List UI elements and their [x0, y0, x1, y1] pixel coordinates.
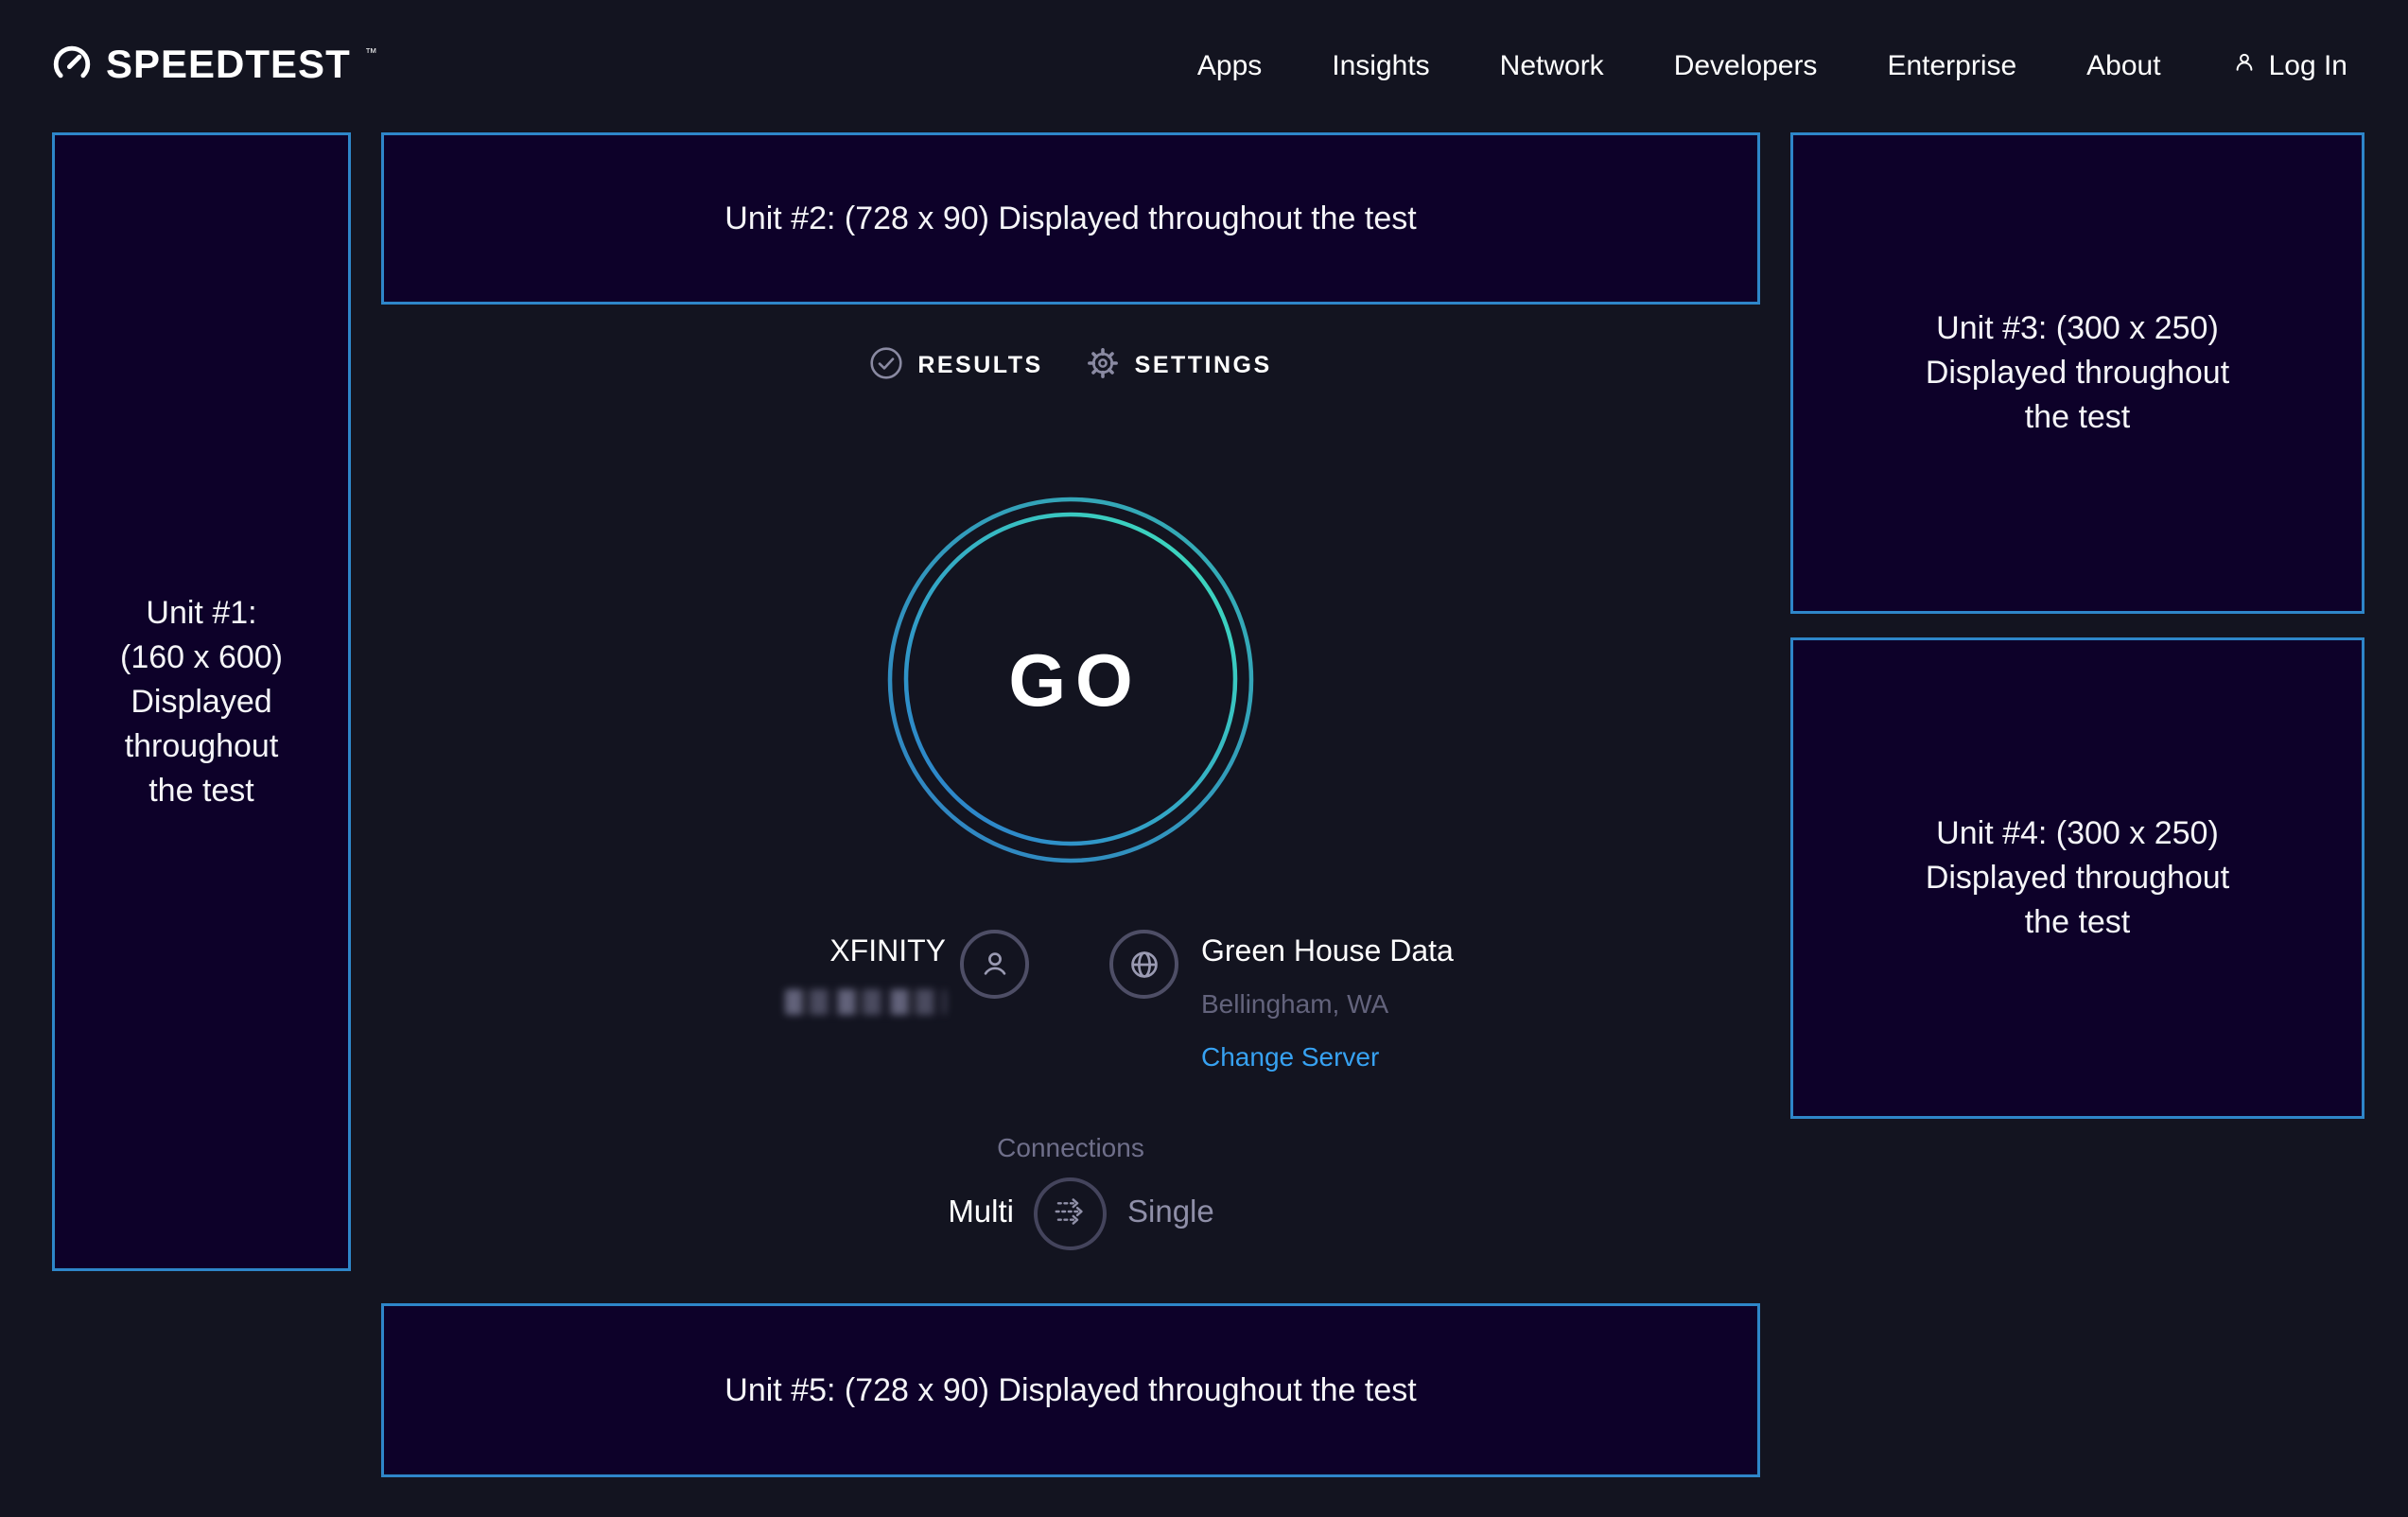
ad-unit-3-rectangle[interactable]: Unit #3: (300 x 250) Displayed throughou…: [1790, 132, 2364, 614]
brand-trademark: ™: [365, 46, 377, 59]
check-circle-icon: [869, 346, 903, 385]
ad-unit-1-skyscraper[interactable]: Unit #1: (160 x 600) Displayed throughou…: [52, 132, 351, 1271]
connections-label: Connections: [881, 1133, 1260, 1163]
main-nav: Apps Insights Network Developers Enterpr…: [1197, 49, 2347, 83]
speedtest-page: SPEEDTEST ™ Apps Insights Network Develo…: [0, 0, 2408, 1517]
tabs-row: RESULTS: [381, 339, 1760, 392]
go-label: GO: [881, 491, 1260, 869]
user-icon: [2231, 49, 2258, 83]
ad-unit-2-leaderboard[interactable]: Unit #2: (728 x 90) Displayed throughout…: [381, 132, 1760, 305]
go-button[interactable]: GO: [881, 491, 1260, 869]
change-server-link[interactable]: Change Server: [1201, 1041, 1454, 1073]
nav-item-insights[interactable]: Insights: [1332, 50, 1429, 82]
server-location: Bellingham, WA: [1201, 988, 1454, 1020]
isp-user-icon: [960, 930, 1029, 999]
nav-item-apps[interactable]: Apps: [1197, 50, 1262, 82]
ad-unit-4-rectangle[interactable]: Unit #4: (300 x 250) Displayed throughou…: [1790, 637, 2364, 1119]
connections-multi-option[interactable]: Multi: [825, 1194, 1014, 1229]
login-label: Log In: [2269, 50, 2347, 82]
top-nav-bar: SPEEDTEST ™ Apps Insights Network Develo…: [0, 0, 2408, 132]
server-info: Green House Data Bellingham, WA Change S…: [1201, 933, 1454, 1073]
connections-single-option[interactable]: Single: [1127, 1194, 1317, 1229]
nav-item-developers[interactable]: Developers: [1674, 50, 1818, 82]
tab-settings[interactable]: SETTINGS: [1085, 345, 1272, 386]
login-button[interactable]: Log In: [2231, 49, 2347, 83]
server-name: Green House Data: [1201, 933, 1454, 968]
ad-unit-5-leaderboard[interactable]: Unit #5: (728 x 90) Displayed throughout…: [381, 1303, 1760, 1477]
multi-connections-icon: [1048, 1189, 1093, 1239]
connections-toggle[interactable]: [1034, 1177, 1107, 1250]
server-globe-icon: [1109, 930, 1178, 999]
isp-name: XFINITY: [643, 933, 946, 968]
redacted-ip-blur: [785, 989, 946, 1015]
tab-settings-label: SETTINGS: [1135, 352, 1272, 379]
tab-results-label: RESULTS: [917, 352, 1042, 379]
tab-results[interactable]: RESULTS: [869, 346, 1042, 385]
speedometer-icon: [52, 44, 92, 89]
nav-item-enterprise[interactable]: Enterprise: [1887, 50, 2016, 82]
nav-item-network[interactable]: Network: [1500, 50, 1604, 82]
nav-item-about[interactable]: About: [2086, 50, 2160, 82]
speedtest-logo[interactable]: SPEEDTEST ™: [52, 44, 377, 89]
gear-icon: [1085, 345, 1121, 386]
brand-name: SPEEDTEST: [106, 44, 351, 84]
